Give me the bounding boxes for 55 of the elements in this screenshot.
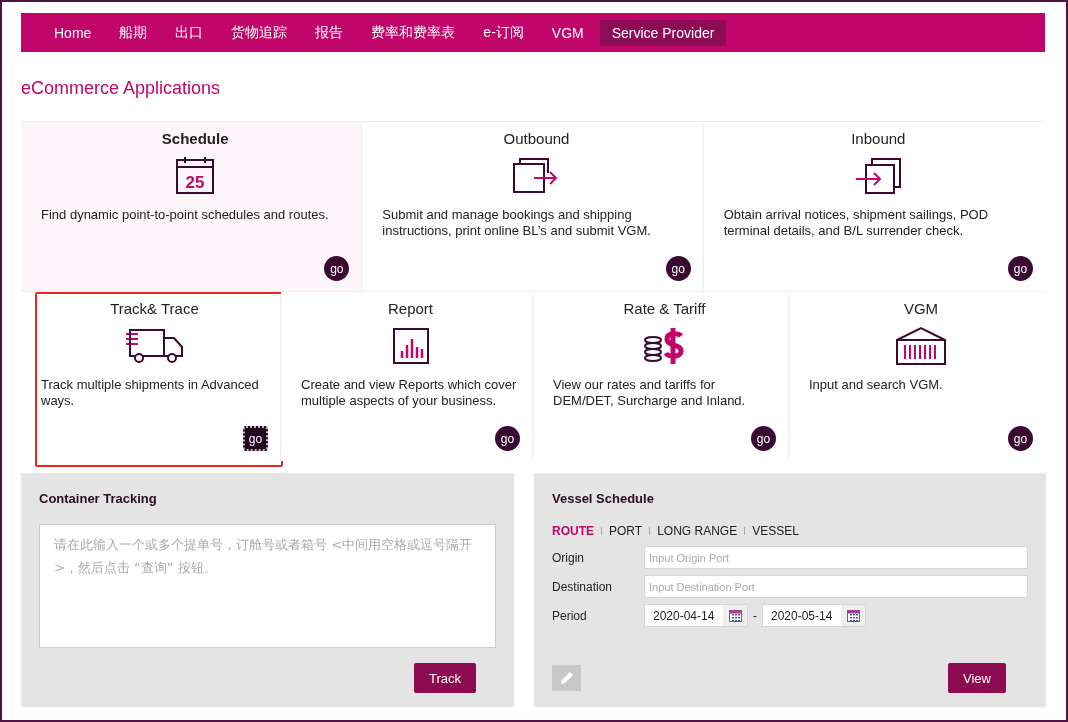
port-input-field[interactable]: Input Destination Port [644, 575, 1028, 598]
card-title: Schedule [161, 130, 229, 147]
schedule-tab[interactable]: VESSEL [752, 524, 799, 538]
field-label: Destination [552, 579, 614, 594]
nav-item[interactable]: e-订阅 [471, 18, 536, 47]
schedule-tab[interactable]: ROUTE [552, 524, 594, 538]
port-input-field[interactable]: Input Origin Port [644, 546, 1028, 569]
card-description: Submit and manage bookings and shipping instructions, print online BL’s and submit VGM. [382, 207, 652, 239]
card-description: Track multiple shipments in Advanced ways. [41, 377, 260, 409]
go-button[interactable]: go [495, 426, 520, 451]
card-description: View our rates and tariffs for DEM/DET, Surcharge and Inland. [553, 377, 747, 409]
container-icon [895, 326, 947, 366]
bar-chart-icon [391, 327, 430, 365]
nav-item[interactable]: 船期 [107, 18, 160, 47]
card-title: Inbound [851, 130, 906, 147]
go-button[interactable]: go [324, 256, 350, 281]
date-field[interactable]: 2020-04-14 [644, 604, 748, 627]
card-title: Outbound [503, 130, 570, 147]
field-label: Origin [552, 550, 585, 565]
field-label: Period [552, 608, 588, 623]
panel-title: Vessel Schedule [552, 491, 655, 506]
nav-item[interactable]: Home [42, 19, 104, 46]
go-button[interactable]: go [1008, 426, 1033, 451]
go-button[interactable]: go [751, 426, 776, 451]
nav-item[interactable]: 出口 [163, 18, 216, 47]
go-button[interactable]: go [1008, 256, 1033, 281]
go-button[interactable]: go [243, 426, 268, 451]
nav-item[interactable]: 费率和费率表 [359, 18, 468, 47]
nav-item[interactable]: Service Provider [599, 19, 727, 46]
card-description: Obtain arrival notices, shipment sailings, POD terminal details, and B/L surrender check. [723, 207, 990, 239]
date-field[interactable]: 2020-05-14 [762, 604, 866, 627]
truck-icon [123, 328, 186, 364]
card-title: Report [388, 300, 433, 317]
date-separator: - [753, 608, 757, 623]
card-title: VGM [903, 300, 939, 317]
go-button[interactable]: go [665, 256, 691, 281]
schedule-tab[interactable]: LONG RANGE [657, 524, 738, 538]
import-icon [854, 157, 903, 195]
card-title: Track& Trace [110, 300, 199, 317]
track-button[interactable]: Track [413, 663, 476, 693]
pencil-icon [558, 670, 575, 686]
nav-item[interactable]: VGM [539, 19, 596, 46]
calendar-icon: 25 [175, 157, 216, 195]
nav-item[interactable]: 货物追踪 [219, 18, 300, 47]
section-title: eCommerce Applications [21, 78, 222, 99]
card-description: Find dynamic point-to-point schedules and routes. [41, 207, 330, 223]
card-description: Create and view Reports which cover multiple aspects of your business. [301, 377, 518, 409]
calendar-icon[interactable] [846, 609, 860, 622]
schedule-tab[interactable]: PORT [609, 524, 643, 538]
view-button[interactable]: View [948, 663, 1006, 693]
calendar-icon[interactable] [728, 609, 742, 622]
card-description: Input and search VGM. [809, 377, 944, 393]
card-title: Rate & Tariff [623, 300, 706, 317]
nav-item[interactable]: 报告 [303, 18, 356, 47]
panel-title: Container Tracking [39, 491, 158, 506]
